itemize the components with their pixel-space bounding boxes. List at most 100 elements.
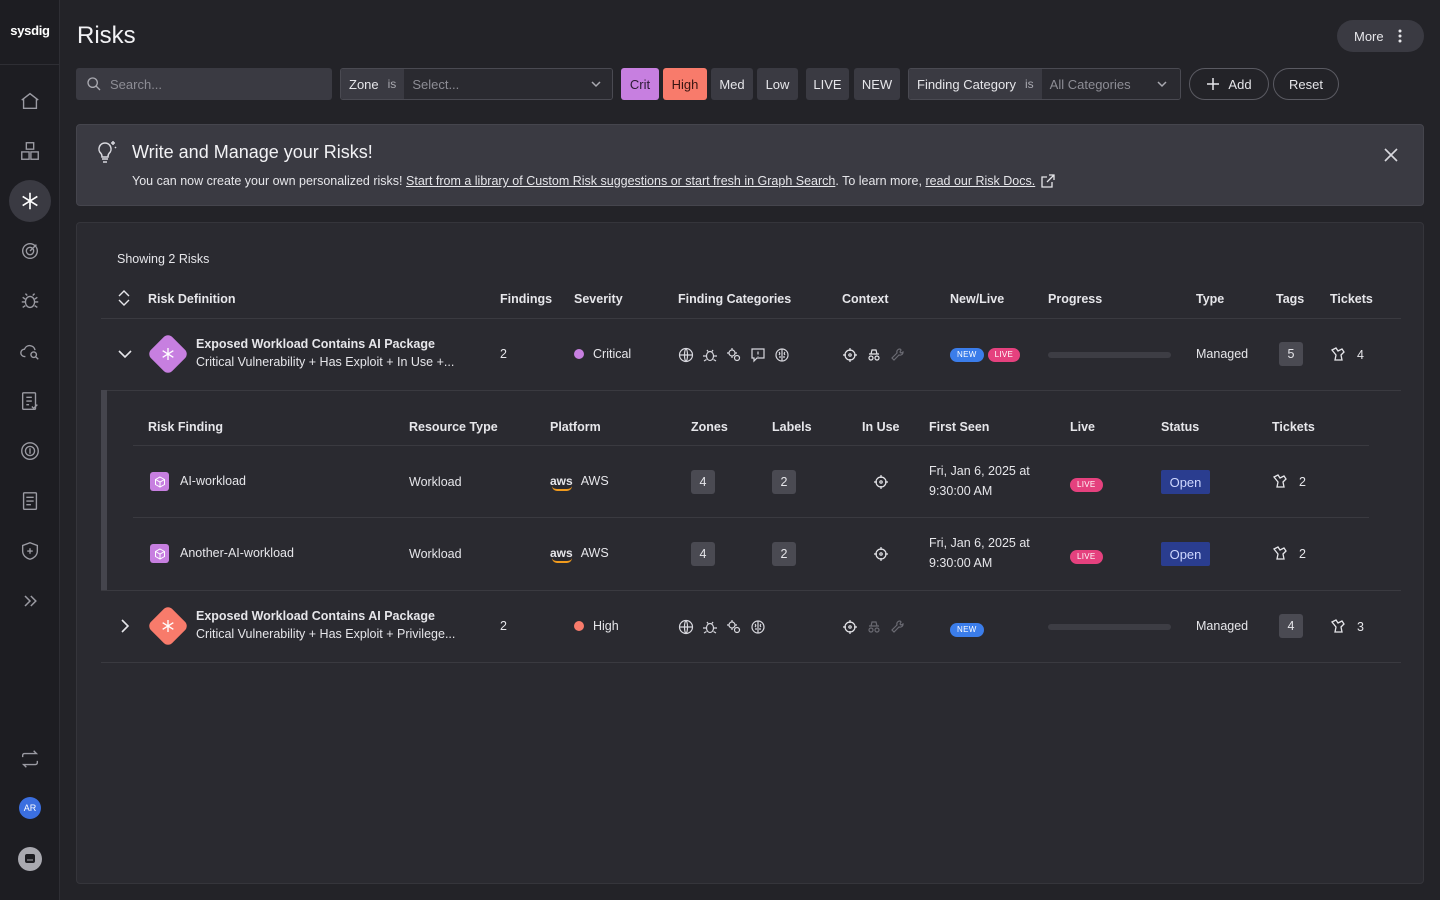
chat-icon[interactable] [18, 847, 42, 871]
col-zones[interactable]: Zones [691, 420, 728, 434]
finding-category-filter[interactable]: Finding Category is All Categories [908, 68, 1181, 100]
banner-text: You can now create your own personalized… [132, 174, 1055, 188]
search-placeholder: Search... [110, 76, 163, 92]
tags-count[interactable]: 4 [1279, 614, 1303, 638]
inventory-icon[interactable] [9, 130, 51, 172]
col-new-live[interactable]: New/Live [950, 292, 1004, 306]
user-avatar[interactable]: AR [19, 797, 41, 819]
col-in-use[interactable]: In Use [862, 420, 900, 434]
globe-icon [678, 347, 694, 363]
live-badge-cell: LIVE [1070, 547, 1103, 564]
add-filter-button[interactable]: Add [1189, 68, 1269, 100]
col-progress[interactable]: Progress [1048, 292, 1102, 306]
more-button[interactable]: More [1337, 20, 1424, 52]
labels-count[interactable]: 2 [772, 470, 796, 494]
close-banner-icon[interactable] [1383, 147, 1399, 163]
col-finding-tickets[interactable]: Tickets [1272, 420, 1315, 434]
home-icon[interactable] [9, 80, 51, 122]
new-chip[interactable]: NEW [854, 68, 900, 100]
bug-icon [703, 621, 717, 634]
col-platform[interactable]: Platform [550, 420, 601, 434]
switch-icon[interactable] [9, 738, 51, 780]
low-chip[interactable]: Low [757, 68, 798, 100]
external-link-icon[interactable] [1041, 174, 1055, 188]
zones-count[interactable]: 4 [691, 470, 715, 494]
chevron-down-icon [591, 81, 601, 88]
expand-sidebar-icon[interactable] [9, 580, 51, 622]
resource-type: Workload [409, 547, 462, 561]
severity-label: Critical [593, 347, 632, 361]
progress-bar [1048, 624, 1171, 630]
med-chip[interactable]: Med [711, 68, 753, 100]
first-seen-date: Fri, Jan 6, 2025 at [929, 464, 1030, 478]
reset-button[interactable]: Reset [1273, 68, 1339, 100]
tickets-cell[interactable]: 4 [1330, 347, 1364, 362]
finding-category-select[interactable]: All Categories [1041, 69, 1180, 99]
chevron-right-icon[interactable] [120, 619, 130, 633]
col-resource-type[interactable]: Resource Type [409, 420, 498, 434]
risks-icon[interactable] [9, 180, 51, 222]
tickets-count: 2 [1299, 474, 1306, 489]
crit-chip[interactable]: Crit [621, 68, 659, 100]
reports-icon[interactable] [9, 480, 51, 522]
zones-count[interactable]: 4 [691, 542, 715, 566]
zone-filter[interactable]: Zone is Select... [340, 68, 613, 100]
finding-category-filter-label: Finding Category is [909, 69, 1042, 99]
ticket-icon [1330, 619, 1345, 633]
live-chip[interactable]: LIVE [806, 68, 849, 100]
risk-title[interactable]: Exposed Workload Contains AI Package [196, 337, 435, 351]
target-icon[interactable] [9, 230, 51, 272]
chevron-down-icon [1157, 81, 1167, 88]
search-input[interactable]: Search... [76, 68, 332, 100]
first-seen-date: Fri, Jan 6, 2025 at [929, 536, 1030, 550]
policies-icon[interactable] [9, 380, 51, 422]
finding-name[interactable]: AI-workload [180, 474, 246, 488]
tickets-cell[interactable]: 3 [1330, 619, 1364, 634]
sysdig-logo[interactable]: sysdig [0, 23, 60, 38]
col-status[interactable]: Status [1161, 420, 1199, 434]
col-tickets[interactable]: Tickets [1330, 292, 1373, 306]
new-badge: NEW [950, 623, 984, 637]
finding-name[interactable]: Another-AI-workload [180, 546, 294, 560]
col-context[interactable]: Context [842, 292, 889, 306]
risk-docs-link[interactable]: read our Risk Docs. [925, 174, 1035, 188]
col-risk-definition[interactable]: Risk Definition [148, 292, 236, 306]
search-icon [87, 77, 101, 91]
gears-icon [727, 620, 741, 634]
risk-title[interactable]: Exposed Workload Contains AI Package [196, 609, 435, 623]
custom-risk-link[interactable]: Start from a library of Custom Risk sugg… [406, 174, 835, 188]
crosshair-icon [843, 620, 857, 634]
cloud-search-icon[interactable] [9, 330, 51, 372]
zone-select[interactable]: Select... [404, 69, 612, 99]
high-chip[interactable]: High [663, 68, 707, 100]
tickets-cell[interactable]: 2 [1272, 474, 1306, 489]
severity-cell: High [574, 619, 619, 633]
shield-icon[interactable] [9, 530, 51, 572]
sort-icon[interactable] [117, 290, 131, 306]
col-tags[interactable]: Tags [1276, 292, 1304, 306]
bug-icon[interactable] [9, 280, 51, 322]
chat-alert-icon [751, 348, 765, 363]
status-badge[interactable]: Open [1161, 542, 1210, 566]
live-badge: LIVE [1070, 478, 1103, 492]
new-live-badges: NEW LIVE [950, 348, 1021, 362]
status-badge[interactable]: Open [1161, 470, 1210, 494]
labels-count[interactable]: 2 [772, 542, 796, 566]
more-label: More [1354, 28, 1384, 44]
col-type[interactable]: Type [1196, 292, 1224, 306]
tickets-cell[interactable]: 2 [1272, 546, 1306, 561]
col-risk-finding[interactable]: Risk Finding [148, 420, 223, 434]
sidebar-divider [0, 64, 60, 65]
severity-dot [574, 621, 584, 631]
col-findings[interactable]: Findings [500, 292, 552, 306]
col-finding-categories[interactable]: Finding Categories [678, 292, 791, 306]
finding-category-icons [678, 619, 766, 635]
col-labels[interactable]: Labels [772, 420, 812, 434]
tags-count[interactable]: 5 [1279, 342, 1303, 366]
col-severity[interactable]: Severity [574, 292, 623, 306]
col-live[interactable]: Live [1070, 420, 1095, 434]
row-divider [101, 662, 1401, 663]
col-first-seen[interactable]: First Seen [929, 420, 989, 434]
fingerprint-icon[interactable] [9, 430, 51, 472]
chevron-down-icon[interactable] [118, 349, 132, 359]
